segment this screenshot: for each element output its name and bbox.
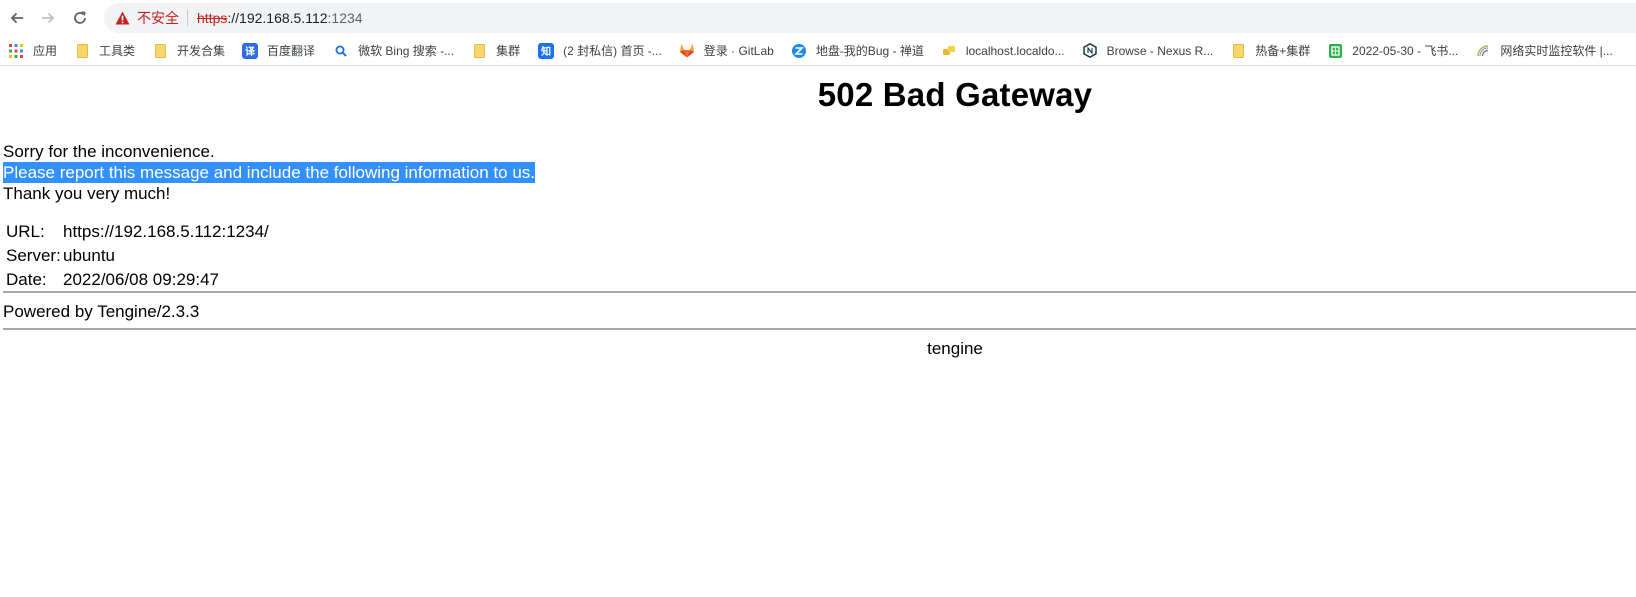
omnibox-divider bbox=[187, 10, 188, 26]
bookmark-folder-hotstandby[interactable]: 热备+集群 bbox=[1230, 38, 1327, 64]
bookmark-zentao[interactable]: 地盘-我的Bug - 禅道 bbox=[791, 38, 941, 64]
bookmark-label: 应用 bbox=[33, 44, 58, 58]
request-info-table: URL: https://192.168.5.112:1234/ Server:… bbox=[6, 220, 269, 292]
bookmark-label: 开发合集 bbox=[177, 44, 226, 58]
warning-icon[interactable] bbox=[114, 10, 130, 26]
info-value: 2022/06/08 09:29:47 bbox=[63, 270, 219, 289]
bookmark-network-monitor[interactable]: 网络实时监控软件 |... bbox=[1475, 38, 1620, 64]
report-request-text: Please report this message and include t… bbox=[3, 162, 536, 183]
bookmark-gitlab[interactable]: 登录 · GitLab bbox=[679, 38, 791, 64]
bookmark-label: localhost.localdo... bbox=[965, 43, 1065, 58]
translate-badge: 译 bbox=[242, 42, 259, 59]
url-host: ://192.168.5.112 bbox=[227, 10, 328, 26]
bookmark-folder-dev[interactable]: 开发合集 bbox=[152, 38, 242, 64]
url-scheme: https bbox=[197, 10, 228, 26]
info-key: Date: bbox=[6, 270, 47, 289]
info-key: URL: bbox=[6, 222, 45, 241]
bookmark-label: 工具类 bbox=[99, 44, 136, 58]
nexus-icon bbox=[1082, 43, 1098, 59]
bookmark-baidu-translate[interactable]: 译 百度翻译 bbox=[242, 38, 333, 64]
reload-button[interactable] bbox=[67, 5, 93, 31]
info-row-url: URL: https://192.168.5.112:1234/ bbox=[6, 220, 269, 244]
reload-icon bbox=[74, 11, 86, 24]
info-value: ubuntu bbox=[63, 246, 115, 265]
bookmark-label: 网络实时监控软件 |... bbox=[1500, 44, 1613, 58]
divider bbox=[3, 328, 1636, 330]
info-value: https://192.168.5.112:1234/ bbox=[63, 222, 269, 241]
info-row-date: Date: 2022/06/08 09:29:47 bbox=[6, 268, 269, 292]
monitor-icon bbox=[1475, 43, 1491, 59]
forward-button[interactable] bbox=[35, 5, 61, 31]
bookmark-nexus[interactable]: Browse - Nexus R... bbox=[1082, 38, 1231, 64]
bookmark-label: 登录 · GitLab bbox=[703, 44, 774, 58]
bookmark-feishu-doc[interactable]: 2022-05-30 - 飞书... bbox=[1327, 38, 1475, 64]
bookmark-label: (2 封私信) 首页 -... bbox=[563, 44, 662, 58]
bookmark-bing[interactable]: 微软 Bing 搜索 -... bbox=[333, 38, 471, 64]
bookmark-folder-cluster[interactable]: 集群 bbox=[471, 38, 538, 64]
bookmark-label: 微软 Bing 搜索 -... bbox=[358, 44, 455, 58]
bookmark-localhost[interactable]: localhost.localdo... bbox=[941, 38, 1082, 64]
back-button[interactable] bbox=[4, 5, 30, 31]
bookmark-folder-tools[interactable]: 工具类 bbox=[74, 38, 152, 64]
folder-icon bbox=[74, 43, 90, 59]
info-row-server: Server: ubuntu bbox=[6, 244, 269, 268]
apology-text: Sorry for the inconvenience. bbox=[3, 142, 215, 161]
translate-icon: 译 bbox=[242, 42, 259, 59]
folder-icon bbox=[1230, 43, 1246, 59]
address-bar[interactable]: 不安全 https ://192.168.5.112 :1234 bbox=[104, 3, 1636, 33]
bookmark-apps[interactable]: 应用 bbox=[8, 38, 74, 64]
bookmark-label: Browse - Nexus R... bbox=[1106, 43, 1214, 58]
divider bbox=[3, 291, 1636, 293]
browser-toolbar: 不安全 https ://192.168.5.112 :1234 bbox=[0, 0, 1636, 35]
gitlab-icon bbox=[679, 43, 695, 59]
thanks-text: Thank you very much! bbox=[3, 184, 171, 203]
feishu-icon bbox=[1327, 43, 1343, 59]
zhihu-badge: 知 bbox=[538, 42, 555, 59]
bookmark-label: 2022-05-30 - 飞书... bbox=[1352, 44, 1459, 58]
back-arrow-icon bbox=[10, 12, 23, 24]
python-icon bbox=[941, 43, 957, 59]
zentao-icon bbox=[791, 43, 807, 59]
info-key: Server: bbox=[6, 246, 61, 265]
server-signature: tengine bbox=[927, 339, 983, 358]
bookmark-label: 百度翻译 bbox=[267, 44, 316, 58]
search-icon bbox=[333, 43, 349, 59]
forward-arrow-icon bbox=[42, 12, 55, 24]
not-secure-label[interactable]: 不安全 bbox=[137, 8, 179, 28]
folder-icon bbox=[152, 43, 168, 59]
page-content: 502 Bad Gateway Sorry for the inconvenie… bbox=[0, 67, 1636, 597]
apps-grid-icon bbox=[8, 43, 24, 59]
page-title: 502 Bad Gateway bbox=[817, 76, 1093, 113]
bookmarks-bar: 应用 工具类 开发合集 译 百度翻译 微软 Bing 搜索 -... 集群 知 … bbox=[0, 36, 1636, 66]
folder-icon bbox=[471, 43, 487, 59]
url-port: :1234 bbox=[327, 10, 363, 26]
bookmark-label: 地盘-我的Bug - 禅道 bbox=[815, 44, 924, 58]
bookmark-label: 热备+集群 bbox=[1255, 44, 1311, 58]
powered-by-text: Powered by Tengine/2.3.3 bbox=[3, 302, 200, 321]
zhihu-icon: 知 bbox=[538, 42, 555, 59]
bookmark-zhihu[interactable]: 知 (2 封私信) 首页 -... bbox=[538, 38, 679, 64]
bookmark-label: 集群 bbox=[496, 44, 521, 58]
